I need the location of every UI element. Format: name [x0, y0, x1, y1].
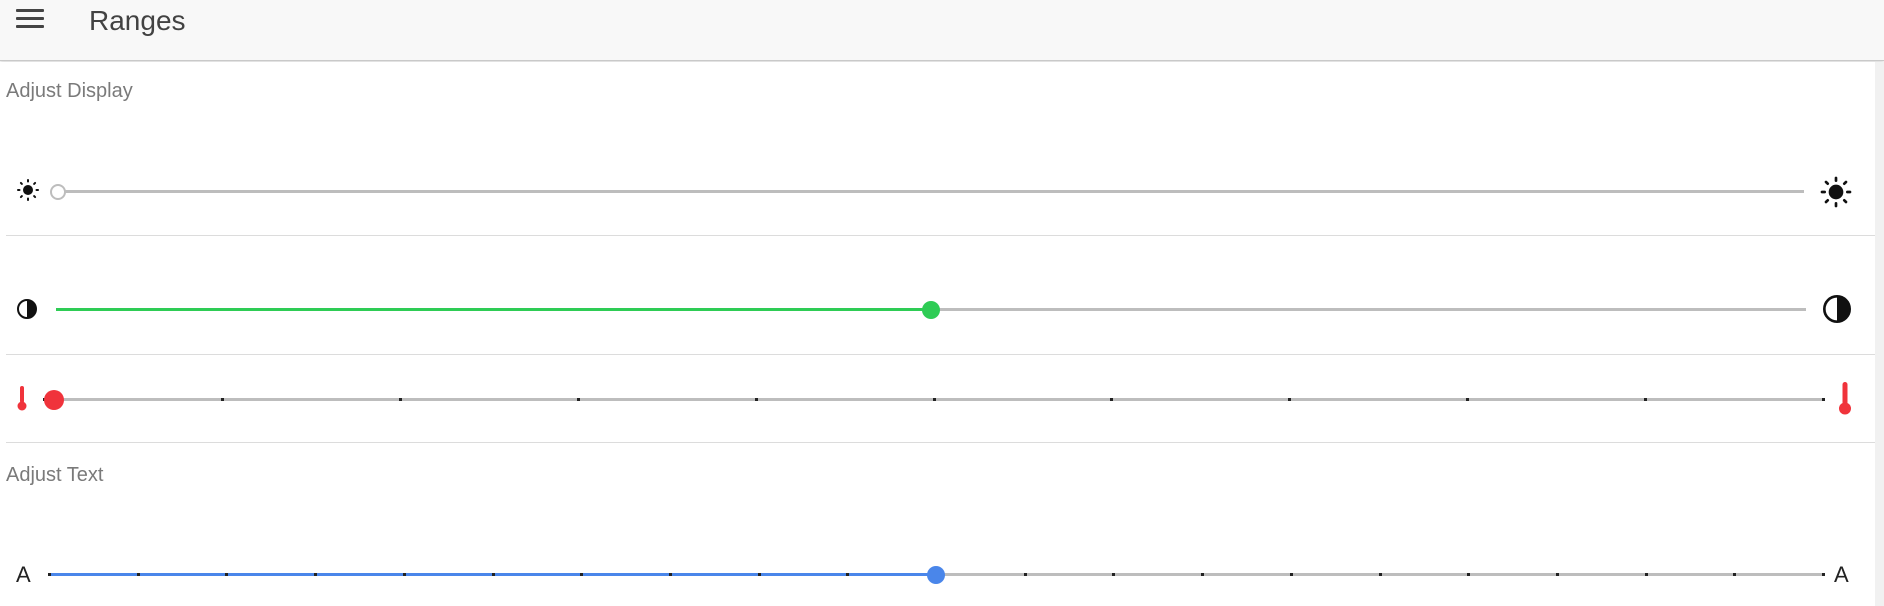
- warmth-tick: [754, 398, 758, 401]
- warmth-tick: [1110, 398, 1114, 401]
- text-size-tick: [48, 573, 51, 576]
- warmth-tick: [576, 398, 580, 401]
- text-size-tick: [314, 573, 318, 576]
- contrast-slider[interactable]: [56, 298, 1806, 322]
- text-size-tick: [1378, 573, 1382, 576]
- contrast-knob[interactable]: [922, 301, 940, 319]
- divider: [6, 354, 1875, 355]
- contrast-fill: [56, 308, 931, 311]
- divider: [6, 235, 1875, 236]
- text-size-tick: [1112, 573, 1116, 576]
- text-size-knob[interactable]: [927, 566, 945, 584]
- text-size-min-label: A: [16, 562, 31, 587]
- text-size-tick: [757, 573, 761, 576]
- text-size-tick: [1289, 573, 1293, 576]
- menu-icon[interactable]: [16, 6, 46, 34]
- contrast-icon: [17, 299, 37, 319]
- brightness-low-icon: [17, 179, 39, 201]
- text-size-tick: [491, 573, 495, 576]
- scrollbar[interactable]: [1875, 62, 1884, 606]
- warmth-slider[interactable]: [43, 388, 1825, 412]
- page-title: Ranges: [89, 5, 186, 36]
- text-size-tick: [402, 573, 406, 576]
- text-size-slider[interactable]: [48, 563, 1825, 587]
- warmth-tick: [1822, 398, 1825, 401]
- section-header-text: Adjust Text: [6, 464, 104, 486]
- contrast-icon: [1823, 295, 1851, 323]
- text-size-tick: [1023, 573, 1027, 576]
- text-size-tick: [225, 573, 229, 576]
- warmth-tick: [1466, 398, 1470, 401]
- thermometer-icon: [17, 386, 27, 411]
- warmth-tick: [932, 398, 936, 401]
- warmth-knob[interactable]: [44, 390, 64, 410]
- brightness-slider[interactable]: [50, 180, 1804, 204]
- toolbar: Ranges: [0, 0, 1884, 61]
- warmth-tick: [220, 398, 224, 401]
- text-size-tick: [1644, 573, 1648, 576]
- warmth-tick: [398, 398, 402, 401]
- text-size-tick: [1822, 573, 1825, 576]
- text-size-tick: [580, 573, 584, 576]
- text-size-tick: [846, 573, 850, 576]
- text-size-tick: [1467, 573, 1471, 576]
- content: Adjust Display Adjust Text A A: [0, 62, 1875, 606]
- warmth-tick: [1288, 398, 1292, 401]
- text-size-tick: [1733, 573, 1737, 576]
- divider: [6, 442, 1875, 443]
- text-size-tick: [136, 573, 140, 576]
- brightness-knob[interactable]: [50, 184, 66, 200]
- text-size-max-label: A: [1834, 562, 1849, 587]
- brightness-high-icon: [1820, 176, 1852, 208]
- brightness-track: [58, 190, 1804, 193]
- warmth-tick: [1644, 398, 1648, 401]
- text-size-tick: [1201, 573, 1205, 576]
- text-size-tick: [668, 573, 672, 576]
- text-size-tick: [1555, 573, 1559, 576]
- thermometer-icon: [1839, 382, 1851, 415]
- brightness-row: [6, 62, 1875, 236]
